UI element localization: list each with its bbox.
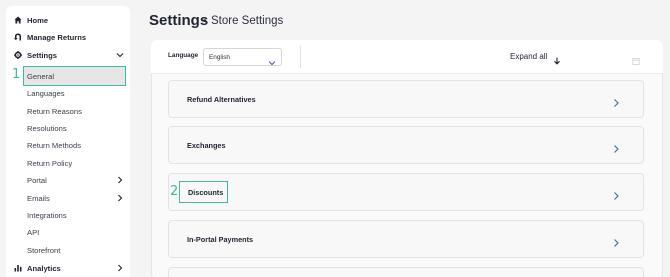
page-subtitle: Store Settings bbox=[211, 15, 284, 27]
gear-icon bbox=[14, 51, 22, 59]
sidebar-item-label: Analytics bbox=[27, 263, 61, 273]
section-next-collapsed[interactable] bbox=[168, 267, 644, 277]
chart-icon bbox=[14, 264, 22, 272]
returns-icon bbox=[14, 33, 22, 41]
chevron-right-icon[interactable] bbox=[116, 194, 124, 202]
sidebar-item-label: Return Policy bbox=[27, 158, 73, 168]
calendar-icon[interactable] bbox=[632, 52, 640, 65]
sidebar-item-analytics[interactable]: Analytics bbox=[6, 260, 130, 276]
sidebar-item-label: Portal bbox=[27, 175, 47, 185]
sidebar-item-api[interactable]: API bbox=[6, 224, 130, 240]
step-marker-2: 2 bbox=[170, 184, 179, 199]
chevron-right-icon[interactable] bbox=[116, 264, 124, 272]
sidebar-item-label: Storefront bbox=[27, 245, 61, 255]
sidebar-item-resolutions[interactable]: Resolutions bbox=[6, 120, 130, 136]
page-title: Settings bbox=[149, 12, 209, 29]
language-label: Language bbox=[168, 52, 199, 59]
sidebar-item-manage-returns[interactable]: Manage Returns bbox=[6, 29, 130, 45]
toolbar-divider bbox=[300, 46, 301, 68]
sidebar-item-return-policy[interactable]: Return Policy bbox=[6, 155, 130, 171]
sidebar-item-return-reasons[interactable]: Return Reasons bbox=[6, 103, 130, 119]
sidebar-item-label: Emails bbox=[27, 193, 50, 203]
sidebar-item-label: Settings bbox=[27, 50, 57, 60]
section-title: Refund Alternatives bbox=[187, 95, 256, 104]
language-value: English bbox=[209, 54, 230, 61]
section-in-portal-payments[interactable]: In-Portal Payments bbox=[168, 220, 644, 258]
chevron-right-icon bbox=[612, 235, 621, 247]
sidebar-item-integrations[interactable]: Integrations bbox=[6, 207, 130, 223]
sidebar-item-label: Languages bbox=[27, 88, 65, 98]
sidebar-item-label: Resolutions bbox=[27, 123, 67, 133]
discounts-highlight bbox=[179, 181, 228, 203]
section-title: Exchanges bbox=[187, 141, 226, 150]
sidebar-item-label: Manage Returns bbox=[27, 32, 87, 42]
settings-toolbar: Language English Expand all bbox=[151, 40, 663, 74]
sidebar-item-languages[interactable]: Languages bbox=[6, 85, 130, 101]
sidebar-item-label: Home bbox=[27, 15, 49, 25]
chevron-right-icon bbox=[612, 141, 621, 153]
section-exchanges[interactable]: Exchanges bbox=[168, 126, 644, 164]
expand-all-button[interactable]: Expand all bbox=[510, 52, 547, 61]
sidebar-item-return-methods[interactable]: Return Methods bbox=[6, 137, 130, 153]
sidebar-item-label: Return Reasons bbox=[27, 106, 82, 116]
title-separator: • bbox=[203, 16, 207, 27]
sidebar-item-label: Integrations bbox=[27, 210, 67, 220]
sidebar: Home Manage Returns Settings General Lan… bbox=[6, 6, 130, 277]
sidebar-item-storefront[interactable]: Storefront bbox=[6, 242, 130, 258]
sidebar-item-label: Return Methods bbox=[27, 140, 82, 150]
sidebar-item-portal[interactable]: Portal bbox=[6, 172, 130, 188]
sidebar-item-emails[interactable]: Emails bbox=[6, 190, 130, 206]
sidebar-item-label: General bbox=[27, 71, 55, 81]
section-discounts[interactable]: Discounts bbox=[168, 173, 644, 211]
step-marker-1: 1 bbox=[12, 67, 21, 82]
chevron-down-icon[interactable] bbox=[116, 51, 124, 59]
language-select[interactable]: English bbox=[203, 48, 282, 66]
section-refund-alternatives[interactable]: Refund Alternatives bbox=[168, 80, 644, 118]
sidebar-item-settings[interactable]: Settings bbox=[6, 47, 130, 63]
chevron-down-icon bbox=[268, 54, 276, 66]
sidebar-item-label: API bbox=[27, 227, 40, 237]
chevron-right-icon bbox=[612, 188, 621, 200]
sidebar-item-home[interactable]: Home bbox=[6, 12, 130, 28]
section-title: In-Portal Payments bbox=[187, 235, 254, 244]
chevron-right-icon[interactable] bbox=[116, 176, 124, 184]
chevron-right-icon bbox=[612, 95, 621, 107]
home-icon bbox=[14, 16, 22, 24]
expand-arrow-icon[interactable] bbox=[553, 52, 561, 65]
sidebar-item-general[interactable]: General bbox=[6, 68, 130, 84]
